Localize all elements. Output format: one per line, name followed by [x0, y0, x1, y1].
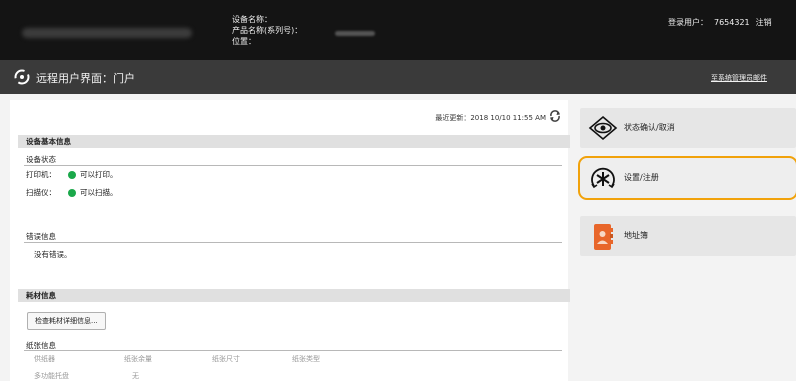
menu-item-label: 地址簿: [624, 231, 648, 240]
device-name-label: 设备名称：: [232, 15, 272, 24]
status-panel: 最近更新：2018 10/10 11:55 AM 设备基本信息 设备状态 打印机…: [10, 100, 570, 381]
printer-label: 打印机：: [26, 170, 56, 179]
blurred-product-name: [335, 31, 375, 36]
settings-icon: [591, 167, 615, 189]
login-info: 登录用户： 7654321 注销: [668, 17, 772, 28]
eye-icon: [588, 115, 618, 141]
printer-status-row: 打印机： 可以打印。: [26, 169, 118, 180]
page-title: 远程用户界面：门户: [36, 72, 135, 85]
refresh-icon[interactable]: [548, 109, 562, 123]
location-label: 位置：: [232, 37, 256, 46]
menu-item-settings[interactable]: 设置/注册: [578, 156, 796, 200]
scanner-status: 可以扫描。: [80, 188, 118, 197]
menu-item-address-book[interactable]: 地址簿: [580, 216, 796, 256]
mail-admin-link[interactable]: 至系统管理员邮件: [711, 73, 767, 83]
blurred-logo: [22, 28, 192, 38]
paper-table-header: 供纸器 纸张余量 纸张尺寸 纸张类型: [34, 354, 320, 364]
menu-item-status-monitor[interactable]: 状态确认/取消: [580, 108, 796, 148]
last-updated-text: 最近更新：2018 10/10 11:55 AM: [435, 114, 546, 122]
device-info: 设备名称： 产品名称(系列号)： 位置：: [232, 14, 302, 47]
top-header: 设备名称： 产品名称(系列号)： 位置： 登录用户： 7654321 注销: [0, 0, 796, 60]
title-bar: 远程用户界面：门户 至系统管理员邮件: [0, 60, 796, 94]
remote-ui-logo-icon: [14, 69, 30, 85]
main-area: 最近更新：2018 10/10 11:55 AM 设备基本信息 设备状态 打印机…: [0, 94, 796, 381]
printer-status: 可以打印。: [80, 170, 118, 179]
scanner-status-row: 扫描仪： 可以扫描。: [26, 187, 118, 198]
error-info-text: 没有错误。: [34, 250, 72, 259]
product-name-label: 产品名称(系列号)：: [232, 26, 303, 35]
menu-item-label: 设置/注册: [624, 173, 659, 182]
check-consumables-button[interactable]: 检查耗材详细信息...: [27, 312, 106, 330]
consumables-header: 耗材信息: [18, 289, 570, 302]
column-header: 纸张尺寸: [212, 355, 240, 363]
column-header: 纸张类型: [292, 355, 320, 363]
error-info-header: 错误信息: [26, 232, 56, 241]
divider: [24, 242, 562, 243]
column-header: 供纸器: [34, 355, 55, 363]
status-ok-icon: [68, 171, 76, 179]
address-book-icon: [594, 224, 613, 250]
menu-item-label: 状态确认/取消: [624, 123, 675, 132]
paper-level-cell: 无: [132, 372, 139, 380]
column-header: 纸张余量: [124, 355, 152, 363]
scanner-label: 扫描仪：: [26, 188, 56, 197]
logout-link[interactable]: 注销: [756, 18, 772, 27]
login-user-value: 7654321: [714, 18, 750, 27]
divider: [24, 350, 562, 351]
device-basic-info-header: 设备基本信息: [18, 135, 570, 148]
login-user-label: 登录用户：: [668, 18, 708, 27]
divider: [24, 165, 562, 166]
device-status-header: 设备状态: [26, 155, 56, 164]
status-ok-icon: [68, 189, 76, 197]
paper-source-cell: 多功能托盘: [34, 372, 69, 380]
